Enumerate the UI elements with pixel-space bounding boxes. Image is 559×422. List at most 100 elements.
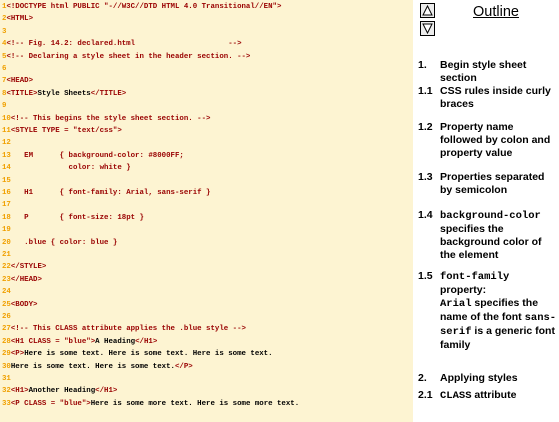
code-markup: <P> [10,350,25,359]
code-markup: .blue { color: blue } [10,238,118,247]
line-number: 17 [2,201,11,210]
line-number: 9 [2,102,7,111]
code-line: 10<!-- This begins the style sheet secti… [2,114,210,124]
code-line: 20 .blue { color: blue } [2,238,117,248]
line-number: 27 [2,325,11,334]
code-markup: </H1> [95,387,118,396]
outline-item-text: Properties separated by semicolon [440,171,545,196]
code-line: 32<H1>Another Heading</H1> [2,386,117,396]
code-line: 24 [2,287,11,297]
code-line: 5<!-- Declaring a style sheet in the hea… [2,52,250,62]
code-markup: <H1> [10,387,29,396]
code-line: 7<HEAD> [2,76,33,86]
outline-item-text: Applying styles [440,372,518,384]
code-line: 3 [2,27,6,37]
code-line: 8<TITLE>Style Sheets</TITLE> [2,89,126,99]
line-number: 24 [2,288,11,297]
code-line: 15 [2,176,11,186]
code-line: 14 color: white } [2,163,131,173]
code-line: 9 [2,101,6,111]
outline-item-code: font-family [440,271,510,283]
line-number: 33 [2,399,11,408]
outline-item-number: 1.3 [418,171,433,183]
outline-item-text: CLASS attribute [440,389,558,403]
code-line: 2<HTML> [2,14,33,24]
line-number: 15 [2,176,11,185]
outline-item-number: 1.1 [418,85,433,97]
code-text: Here is some text. Here is some text. He… [24,350,273,359]
code-text: Style Sheets [37,89,91,98]
triangle-up-icon [422,5,433,16]
code-markup: <H1 CLASS = "blue"> [10,337,96,346]
code-line: 33<P CLASS = "blue">Here is some more te… [2,399,299,409]
code-markup: <P CLASS = "blue"> [10,399,91,408]
outline-item-text: font-family property: Arial specifies the… [440,270,558,352]
outline-item-text-rest: property: [440,284,487,296]
outline-item-number: 2.1 [418,389,433,401]
outline-item-code: Arial [440,298,472,310]
triangle-down-icon [422,23,433,34]
code-comment: <!-- Fig. 14.2: declared.html --> [6,40,242,49]
code-line: 17 [2,200,11,210]
code-text: Another Heading [28,387,96,396]
code-markup: </P> [174,362,193,371]
outline-item-text: CSS rules inside curly braces [440,85,551,110]
code-line: 27<!-- This CLASS attribute applies the … [2,324,246,334]
code-markup: H1 { font-family: Arial, sans-serif } [10,189,211,197]
code-markup: <STYLE TYPE = "text/css"> [10,127,122,135]
code-line: 4<!-- Fig. 14.2: declared.html --> [2,39,242,49]
code-text: Here is some text. Here is some text. [10,362,175,371]
code-markup: </H1> [135,337,158,346]
line-number: 16 [2,189,11,197]
outline-up-button[interactable] [420,3,435,18]
code-line: 30Here is some text. Here is some text.<… [2,362,193,372]
outline-down-button[interactable] [420,21,435,36]
code-text: Here is some more text. Here is some mor… [90,399,300,408]
line-number: 21 [2,251,11,259]
line-number: 12 [2,139,11,148]
line-number: 30 [2,362,11,371]
line-number: 28 [2,337,11,346]
code-line: 6 [2,64,6,74]
line-number: 14 [2,164,11,173]
outline-item-text: background-color specifies the backgroun… [440,209,558,262]
code-markup: <HTML> [6,15,34,24]
line-number: 22 [2,263,11,272]
outline-title: Outline [473,4,519,20]
line-number: 31 [2,375,11,383]
code-line: 29<P>Here is some text. Here is some tex… [2,349,273,359]
code-line: 1<!DOCTYPE html PUBLIC "-//W3C//DTD HTML… [2,2,281,12]
outline-item-number: 1.4 [418,209,433,221]
code-line: 21 [2,250,11,260]
code-line: 28<H1 CLASS = "blue">A Heading</H1> [2,337,157,347]
code-line: 12 [2,138,11,148]
code-markup: <!DOCTYPE html PUBLIC "-//W3C//DTD HTML … [6,3,282,11]
code-markup: </TITLE> [90,89,127,98]
outline-item-number: 1.2 [418,121,433,133]
code-line: 31 [2,374,11,384]
line-number: 29 [2,350,11,359]
line-number: 20 [2,238,11,247]
code-markup: <TITLE> [6,89,38,98]
line-number: 11 [2,127,11,135]
code-line: 19 [2,225,11,235]
code-line: 13 EM { background-color: #8000FF; [2,151,184,161]
outline-item-text: Property name followed by colon and prop… [440,121,551,159]
code-line: 11<STYLE TYPE = "text/css"> [2,126,122,136]
code-line: 16 H1 { font-family: Arial, sans-serif } [2,188,210,198]
line-number: 19 [2,226,11,235]
code-text: A Heading [95,337,136,346]
code-line: 25<BODY> [2,300,38,310]
code-comment: <!-- Declaring a style sheet in the head… [6,52,251,61]
code-listing-panel: 1<!DOCTYPE html PUBLIC "-//W3C//DTD HTML… [0,0,413,422]
outline-item-text-rest: specifies the background color of the el… [440,223,542,261]
code-markup: </STYLE> [10,263,47,272]
line-number: 13 [2,151,11,160]
code-markup: color: white } [10,164,131,173]
line-number: 26 [2,313,11,321]
code-markup: <HEAD> [6,77,34,86]
outline-item-code: background-color [440,210,541,222]
line-number: 23 [2,275,11,284]
code-markup: P { font-size: 18pt } [10,213,144,222]
outline-item-text-rest: attribute [471,389,517,401]
